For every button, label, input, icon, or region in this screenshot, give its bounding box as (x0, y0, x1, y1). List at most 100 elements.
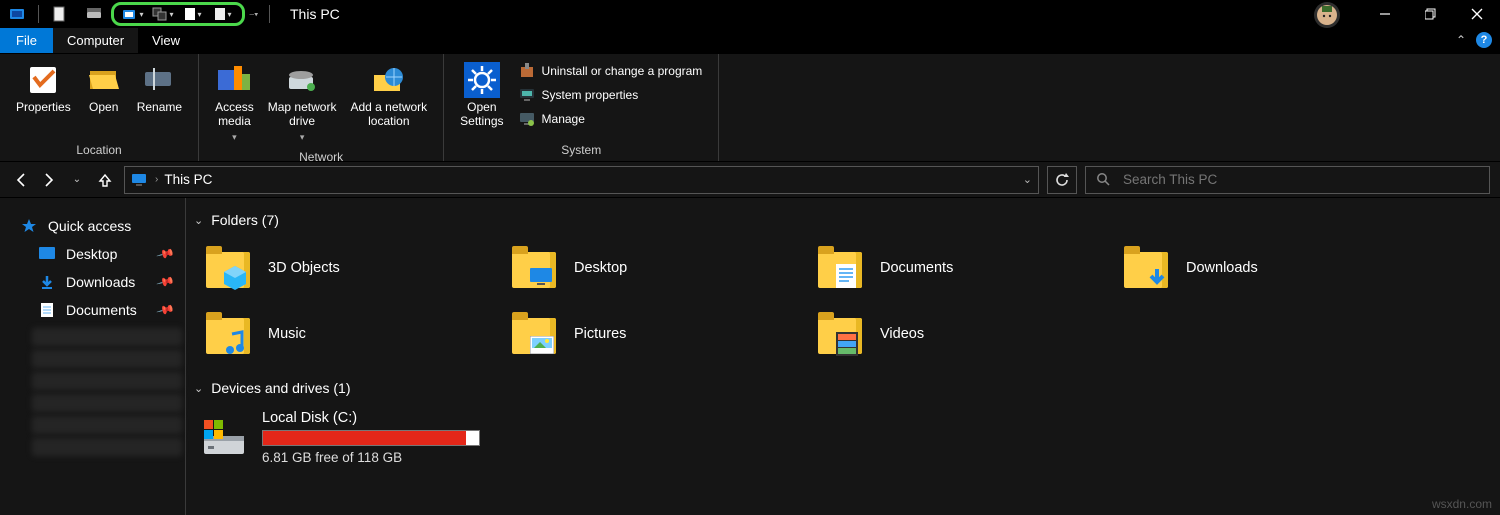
close-button[interactable] (1454, 0, 1500, 28)
address-dropdown-icon[interactable]: ⌄ (1023, 173, 1032, 186)
sidebar-label: Documents (66, 302, 137, 318)
breadcrumb[interactable]: This PC (164, 172, 212, 187)
qat-pin3-icon[interactable] (181, 2, 205, 26)
item-label: Desktop (574, 260, 627, 276)
add-network-location-button[interactable]: Add a network location (344, 58, 433, 132)
tab-view[interactable]: View (138, 28, 194, 53)
window-title: This PC (290, 6, 340, 22)
qat-customize-icon[interactable]: ⎯▾ (246, 2, 262, 26)
document-icon (38, 301, 56, 319)
ribbon-tabs: File Computer View ⌃ ? (0, 28, 1500, 54)
refresh-button[interactable] (1047, 166, 1077, 194)
folder-3d-objects[interactable]: 3D Objects (200, 242, 500, 294)
sidebar-quick-access[interactable]: Quick access (0, 212, 185, 240)
uninstall-programs-button[interactable]: Uninstall or change a program (512, 60, 709, 82)
computer-manage-icon (518, 110, 536, 128)
uninstall-icon (518, 62, 536, 80)
help-icon[interactable]: ? (1476, 32, 1492, 48)
search-box[interactable] (1085, 166, 1490, 194)
folder-music[interactable]: Music (200, 308, 500, 360)
folder-icon (206, 244, 254, 292)
section-label: Folders (7) (211, 212, 279, 228)
sidebar-item-documents[interactable]: Documents 📌 (0, 296, 185, 324)
folders-grid: 3D Objects Desktop Documents Downloads (186, 232, 1500, 376)
qat-pinned-group (111, 2, 245, 26)
qat-drive-icon[interactable] (78, 2, 110, 26)
ribbon-group-location: Properties Open Rename Location (0, 54, 199, 161)
drive-info: Local Disk (C:) 6.81 GB free of 118 GB (262, 410, 480, 465)
rename-button[interactable]: Rename (131, 58, 188, 118)
group-label: System (561, 143, 601, 157)
app-icon[interactable] (1, 2, 33, 26)
button-label: Manage (542, 112, 585, 126)
monitor-icon (518, 86, 536, 104)
star-icon (20, 217, 38, 235)
group-label: Location (76, 143, 121, 157)
ribbon: Properties Open Rename Location (0, 54, 1500, 162)
drive-name: Local Disk (C:) (262, 410, 480, 426)
address-bar-row: ⌄ › This PC ⌄ (0, 162, 1500, 198)
maximize-button[interactable] (1408, 0, 1454, 28)
drive-usage-bar (262, 430, 480, 446)
history-dropdown[interactable]: ⌄ (66, 169, 88, 191)
folder-downloads[interactable]: Downloads (1118, 242, 1418, 294)
up-button[interactable] (94, 169, 116, 191)
sidebar-item-downloads[interactable]: Downloads 📌 (0, 268, 185, 296)
sidebar-blurred-item (32, 372, 182, 390)
access-media-button[interactable]: Access media ▾ (209, 58, 260, 148)
collapse-ribbon-icon[interactable]: ⌃ (1456, 33, 1466, 47)
sidebar-item-desktop[interactable]: Desktop 📌 (0, 240, 185, 268)
tab-computer[interactable]: Computer (53, 28, 138, 53)
folder-pictures[interactable]: Pictures (506, 308, 806, 360)
pin-icon: 📌 (156, 272, 176, 292)
globe-folder-icon (371, 62, 407, 98)
folder-icon (818, 244, 866, 292)
section-label: Devices and drives (1) (211, 380, 350, 396)
user-avatar[interactable] (1314, 2, 1340, 28)
window-controls (1362, 0, 1500, 28)
forward-button[interactable] (38, 169, 60, 191)
button-label: Rename (137, 100, 182, 114)
media-devices-icon (216, 62, 252, 98)
network-drive-icon (284, 62, 320, 98)
ribbon-group-network: Access media ▾ Map network drive ▾ Add a… (199, 54, 444, 161)
folder-icon (206, 310, 254, 358)
pin-icon: 📌 (156, 244, 176, 264)
button-label: System properties (542, 88, 639, 102)
folder-documents[interactable]: Documents (812, 242, 1112, 294)
properties-button[interactable]: Properties (10, 58, 77, 118)
open-settings-button[interactable]: Open Settings (454, 58, 509, 132)
title-bar: ⎯▾ This PC (0, 0, 1500, 28)
item-label: Videos (880, 326, 924, 342)
item-label: Documents (880, 260, 953, 276)
address-bar[interactable]: › This PC ⌄ (124, 166, 1039, 194)
qat-pin4-icon[interactable] (211, 2, 235, 26)
chevron-right-icon[interactable]: › (155, 174, 158, 185)
sidebar-blurred-item (32, 438, 182, 456)
map-network-drive-button[interactable]: Map network drive ▾ (262, 58, 343, 148)
minimize-button[interactable] (1362, 0, 1408, 28)
folder-videos[interactable]: Videos (812, 308, 1112, 360)
open-button[interactable]: Open (79, 58, 129, 118)
open-folder-icon (86, 62, 122, 98)
section-drives-header[interactable]: ⌄ Devices and drives (1) (186, 376, 1500, 400)
qat-pin2-icon[interactable] (151, 2, 175, 26)
drive-c[interactable]: Local Disk (C:) 6.81 GB free of 118 GB (186, 400, 1500, 465)
manage-button[interactable]: Manage (512, 108, 709, 130)
item-label: Music (268, 326, 306, 342)
desktop-icon (38, 245, 56, 263)
qat-pin1-icon[interactable] (121, 2, 145, 26)
folder-icon (818, 310, 866, 358)
folder-desktop[interactable]: Desktop (506, 242, 806, 294)
tab-file[interactable]: File (0, 28, 53, 53)
section-folders-header[interactable]: ⌄ Folders (7) (186, 208, 1500, 232)
qat-file-icon[interactable] (44, 2, 76, 26)
sidebar-blurred-item (32, 416, 182, 434)
button-label: Properties (16, 100, 71, 114)
chevron-down-icon: ⌄ (194, 382, 203, 395)
drive-icon (200, 416, 248, 460)
search-input[interactable] (1121, 171, 1479, 188)
back-button[interactable] (10, 169, 32, 191)
chevron-down-icon: ▾ (232, 130, 237, 144)
system-properties-button[interactable]: System properties (512, 84, 709, 106)
